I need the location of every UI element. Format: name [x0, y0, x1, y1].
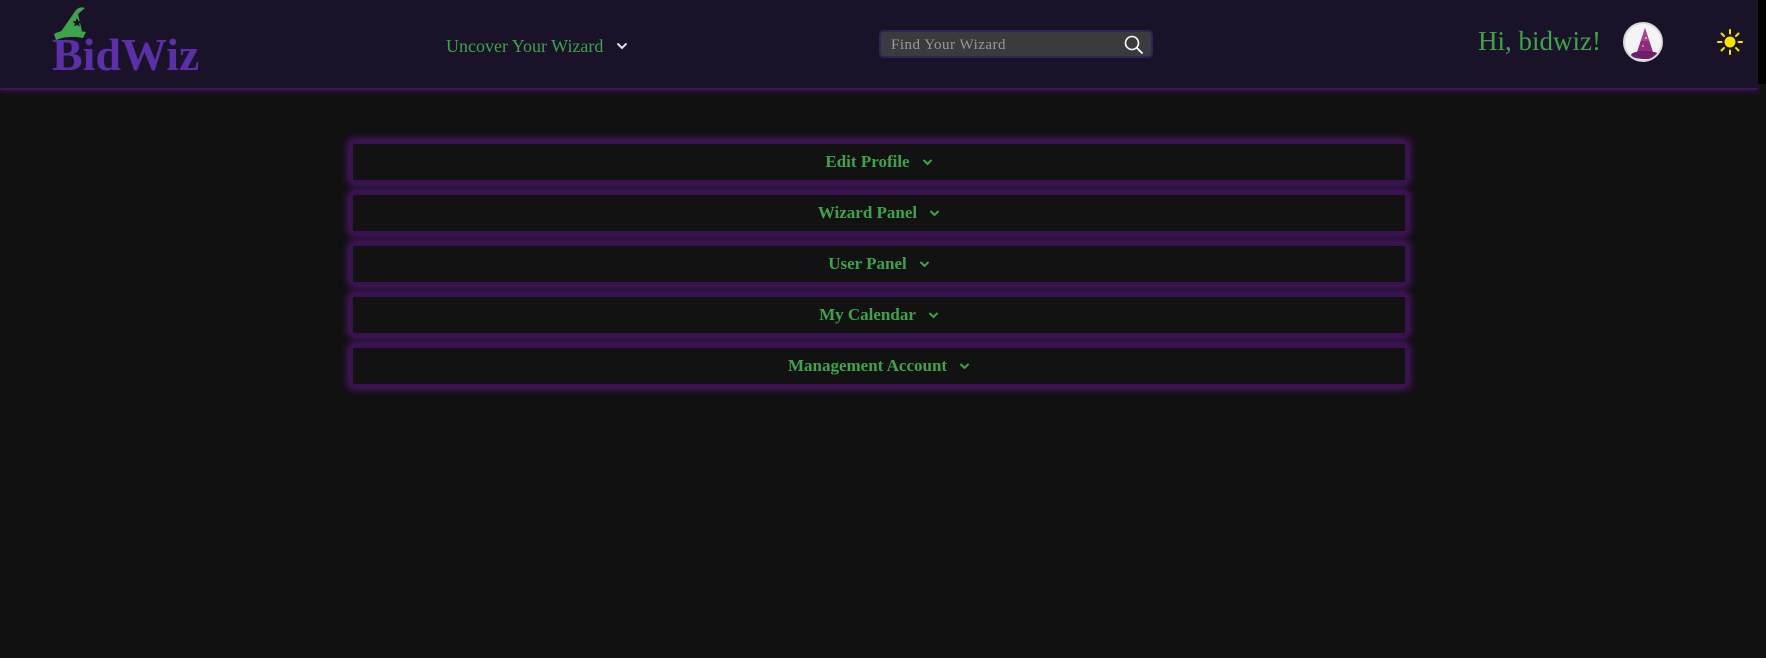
- uncover-wizard-label: Uncover Your Wizard: [446, 35, 604, 56]
- panel-user-panel[interactable]: User Panel: [350, 243, 1408, 285]
- wizard-avatar-icon: [1625, 24, 1661, 60]
- top-header: BidWiz Uncover Your Wizard Hi, bidwiz!: [0, 0, 1758, 90]
- brand-name: BidWiz: [52, 29, 200, 80]
- panel-wizard-panel[interactable]: Wizard Panel: [350, 192, 1408, 234]
- panel-management-account[interactable]: Management Account: [350, 345, 1408, 387]
- search-icon[interactable]: [1123, 34, 1145, 56]
- panel-label: User Panel: [828, 254, 907, 273]
- panel-label: My Calendar: [819, 305, 916, 324]
- sun-icon[interactable]: [1716, 28, 1744, 56]
- panel-label: Edit Profile: [825, 152, 910, 171]
- user-greeting: Hi, bidwiz!: [1478, 26, 1601, 56]
- uncover-wizard-dropdown[interactable]: Uncover Your Wizard: [446, 33, 628, 59]
- logo[interactable]: BidWiz: [50, 4, 200, 80]
- panel-edit-profile[interactable]: Edit Profile: [350, 141, 1408, 183]
- chevron-down-icon: [960, 363, 970, 369]
- chevron-down-icon: [928, 312, 938, 318]
- panel-label: Management Account: [787, 356, 948, 375]
- scrollbar[interactable]: [1758, 0, 1766, 84]
- search-input[interactable]: [891, 34, 1121, 56]
- chevron-down-icon: [930, 210, 940, 216]
- search-box: [879, 30, 1153, 58]
- settings-panels: Edit Profile Wizard Panel User Panel My …: [350, 141, 1408, 396]
- panel-my-calendar[interactable]: My Calendar: [350, 294, 1408, 336]
- panel-label: Wizard Panel: [817, 203, 918, 222]
- chevron-down-icon: [922, 159, 932, 165]
- avatar[interactable]: [1623, 22, 1663, 62]
- chevron-down-icon: [617, 43, 628, 50]
- chevron-down-icon: [919, 261, 929, 267]
